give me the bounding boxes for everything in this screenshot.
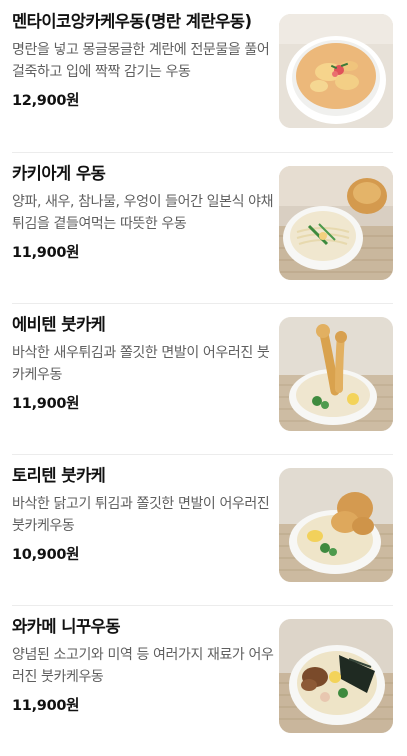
menu-item-description: 양파, 새우, 참나물, 우엉이 들어간 일본식 야채튀김을 곁들여먹는 따뜻한… — [12, 194, 274, 232]
menu-item-toriten-bukkake[interactable]: 토리텐 붓카케 바삭한 닭고기 튀김과 쫄깃한 면발이 어우러진 붓카케우동 1… — [0, 454, 407, 605]
menu-item-price: 11,900원 — [12, 396, 80, 412]
menu-item-wakame-niku-udon[interactable]: 와카메 니꾸우동 양념된 소고기와 미역 등 여러가지 재료가 어우러진 붓카케… — [0, 605, 407, 756]
menu-item-description: 바삭한 새우튀김과 쫄깃한 면발이 어우러진 붓카케우동 — [12, 345, 270, 383]
menu-item-text: 카키아게 우동 양파, 새우, 참나물, 우엉이 들어간 일본식 야채튀김을 곁… — [12, 162, 274, 262]
menu-list: 멘타이코앙카케우동(명란 계란우동) 명란을 넣고 몽글몽글한 계란에 전문물을… — [0, 0, 407, 756]
menu-item-name: 와카메 니꾸우동 — [12, 617, 121, 636]
menu-item-name: 멘타이코앙카케우동(명란 계란우동) — [12, 12, 252, 31]
egg-udon-photo-icon[interactable] — [279, 14, 393, 128]
menu-item-description: 명란을 넣고 몽글몽글한 계란에 전문물을 풀어 걸죽하고 입에 짝짝 감기는 … — [12, 42, 270, 80]
toriten-bukkake-photo-icon[interactable] — [279, 468, 393, 582]
menu-item-price: 11,900원 — [12, 698, 80, 714]
menu-item-price: 10,900원 — [12, 547, 80, 563]
menu-item-kakiage-udon[interactable]: 카키아게 우동 양파, 새우, 참나물, 우엉이 들어간 일본식 야채튀김을 곁… — [0, 152, 407, 303]
menu-item-price: 12,900원 — [12, 93, 80, 109]
menu-item-mentaiko-ankake-udon[interactable]: 멘타이코앙카케우동(명란 계란우동) 명란을 넣고 몽글몽글한 계란에 전문물을… — [0, 0, 407, 152]
menu-item-price: 11,900원 — [12, 245, 80, 261]
menu-item-name: 에비텐 붓카케 — [12, 315, 106, 334]
menu-item-name: 카키아게 우동 — [12, 164, 106, 183]
menu-item-text: 토리텐 붓카케 바삭한 닭고기 튀김과 쫄깃한 면발이 어우러진 붓카케우동 1… — [12, 464, 274, 564]
menu-item-name: 토리텐 붓카케 — [12, 466, 106, 485]
menu-item-text: 멘타이코앙카케우동(명란 계란우동) 명란을 넣고 몽글몽글한 계란에 전문물을… — [12, 10, 274, 110]
ebiten-bukkake-photo-icon[interactable] — [279, 317, 393, 431]
menu-item-text: 에비텐 붓카케 바삭한 새우튀김과 쫄깃한 면발이 어우러진 붓카케우동 11,… — [12, 313, 274, 413]
menu-item-ebiten-bukkake[interactable]: 에비텐 붓카케 바삭한 새우튀김과 쫄깃한 면발이 어우러진 붓카케우동 11,… — [0, 303, 407, 454]
wakame-niku-udon-photo-icon[interactable] — [279, 619, 393, 733]
menu-item-text: 와카메 니꾸우동 양념된 소고기와 미역 등 여러가지 재료가 어우러진 붓카케… — [12, 615, 274, 715]
kakiage-udon-photo-icon[interactable] — [279, 166, 393, 280]
menu-item-description: 양념된 소고기와 미역 등 여러가지 재료가 어우러진 붓카케우동 — [12, 647, 274, 685]
menu-item-description: 바삭한 닭고기 튀김과 쫄깃한 면발이 어우러진 붓카케우동 — [12, 496, 270, 534]
